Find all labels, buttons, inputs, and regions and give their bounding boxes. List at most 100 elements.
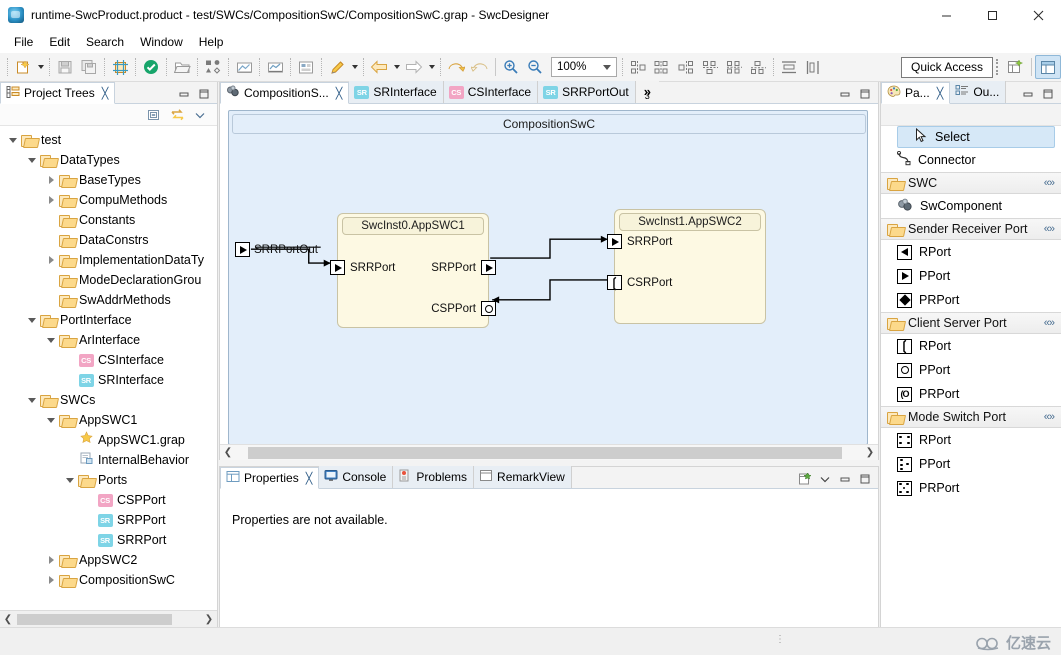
palette-item-client-server-port-prport[interactable]: (OPRPort xyxy=(881,382,1061,406)
align-top-icon[interactable] xyxy=(698,55,722,79)
view-menu-icon[interactable] xyxy=(816,470,834,488)
tree-item[interactable]: AppSWC1 xyxy=(0,410,217,430)
tree-item[interactable]: CSCSInterface xyxy=(0,350,217,370)
bottom-tab-remarkview[interactable]: RemarkView xyxy=(474,466,572,488)
collapse-all-icon[interactable] xyxy=(145,106,163,124)
port-swcinst0-srrport[interactable]: SRRPort xyxy=(330,260,395,275)
port-swcinst1-srrport[interactable]: SRRPort xyxy=(607,234,672,249)
hscroll-track[interactable] xyxy=(16,613,201,626)
save-icon[interactable] xyxy=(53,55,77,79)
scroll-left-icon[interactable]: ❮ xyxy=(220,445,236,460)
editor-tab-csinterface[interactable]: CSCSInterface xyxy=(444,81,538,103)
project-tree-hscrollbar[interactable]: ❮ ❯ xyxy=(0,610,217,627)
toolbar-drag-handle[interactable] xyxy=(993,56,1002,78)
match-width-icon[interactable] xyxy=(801,55,825,79)
minimize-button[interactable] xyxy=(923,0,969,31)
editor-tab-srrportout[interactable]: SRSRRPortOut xyxy=(538,81,636,103)
palette-group-sender-receiver-port[interactable]: Sender Receiver Port«» xyxy=(881,218,1061,240)
external-port-srrportout[interactable]: SRRPortOut xyxy=(235,242,318,257)
tree-item[interactable]: BaseTypes xyxy=(0,170,217,190)
chevron-down-icon[interactable] xyxy=(25,390,39,410)
forward-icon[interactable] xyxy=(402,55,426,79)
close-icon[interactable]: ╳ xyxy=(102,87,109,100)
chevron-down-icon[interactable] xyxy=(63,470,77,490)
close-icon[interactable]: ╳ xyxy=(336,87,343,100)
minimize-icon[interactable] xyxy=(175,85,193,103)
palette-item-sender-receiver-port-prport[interactable]: PRPort xyxy=(881,288,1061,312)
tree-item[interactable]: Ports xyxy=(0,470,217,490)
pencil-dropdown-icon[interactable] xyxy=(349,55,360,79)
diagram-canvas[interactable]: CompositionSwC xyxy=(220,104,878,444)
chevron-down-icon[interactable] xyxy=(6,130,20,150)
close-icon[interactable]: ╳ xyxy=(937,87,944,100)
menu-help[interactable]: Help xyxy=(191,33,232,51)
redo-icon[interactable] xyxy=(468,55,492,79)
pin-group-icon[interactable]: «» xyxy=(1044,223,1054,235)
save-all-icon[interactable] xyxy=(77,55,101,79)
view-menu-icon[interactable] xyxy=(191,106,209,124)
menu-search[interactable]: Search xyxy=(78,33,132,51)
maximize-icon[interactable] xyxy=(1039,85,1057,103)
zoom-level-combobox[interactable]: 100% xyxy=(551,57,617,77)
palette-tool-select[interactable]: Select xyxy=(897,126,1055,148)
palette-item-mode-switch-port-rport[interactable]: RPort xyxy=(881,428,1061,452)
swc-instance-1[interactable]: SwcInst1.AppSWC2 SRRPort ❲ CSRPort xyxy=(614,209,766,324)
link-with-editor-icon[interactable] xyxy=(168,106,186,124)
menu-edit[interactable]: Edit xyxy=(41,33,78,51)
minimize-icon[interactable] xyxy=(1019,85,1037,103)
close-icon[interactable]: ╳ xyxy=(306,472,313,485)
project-tree[interactable]: testDataTypesBaseTypesCompuMethodsConsta… xyxy=(0,126,217,610)
pencil-icon[interactable] xyxy=(325,55,349,79)
tree-item[interactable]: CompuMethods xyxy=(0,190,217,210)
menu-file[interactable]: File xyxy=(6,33,41,51)
palette-tool-connector[interactable]: Connector xyxy=(881,148,1061,172)
palette-item-sender-receiver-port-rport[interactable]: RPort xyxy=(881,240,1061,264)
align-middle-icon[interactable] xyxy=(722,55,746,79)
palette-item-client-server-port-rport[interactable]: ❲RPort xyxy=(881,334,1061,358)
tree-item[interactable]: DataConstrs xyxy=(0,230,217,250)
tab-project-trees[interactable]: Project Trees ╳ xyxy=(0,82,115,104)
tree-item[interactable]: SRSRPPort xyxy=(0,510,217,530)
tab-palette[interactable]: Pa... ╳ xyxy=(881,82,950,104)
chevron-right-icon[interactable] xyxy=(44,170,58,190)
chevron-down-icon[interactable] xyxy=(44,410,58,430)
pin-group-icon[interactable]: «» xyxy=(1044,411,1054,423)
minimize-icon[interactable] xyxy=(836,85,854,103)
palette-group-mode-switch-port[interactable]: Mode Switch Port«» xyxy=(881,406,1061,428)
undo-icon[interactable] xyxy=(444,55,468,79)
minimize-icon[interactable] xyxy=(836,470,854,488)
bottom-tab-properties[interactable]: Properties╳ xyxy=(220,467,319,489)
tree-item[interactable]: InternalBehavior xyxy=(0,450,217,470)
maximize-icon[interactable] xyxy=(856,85,874,103)
chevron-right-icon[interactable] xyxy=(44,570,58,590)
tree-item[interactable]: SRSRInterface xyxy=(0,370,217,390)
tree-item[interactable]: ModeDeclarationGrou xyxy=(0,270,217,290)
tree-item[interactable]: AppSWC1.grap xyxy=(0,430,217,450)
chevron-down-icon[interactable] xyxy=(25,150,39,170)
scroll-right-icon[interactable]: ❯ xyxy=(862,445,878,460)
align-left-icon[interactable] xyxy=(626,55,650,79)
tree-item[interactable]: DataTypes xyxy=(0,150,217,170)
tree-item[interactable]: SWCs xyxy=(0,390,217,410)
pin-icon[interactable] xyxy=(796,470,814,488)
hscroll-thumb[interactable] xyxy=(17,614,172,625)
palette-group-swc[interactable]: SWC«» xyxy=(881,172,1061,194)
close-button[interactable] xyxy=(1015,0,1061,31)
chevron-down-icon[interactable] xyxy=(25,310,39,330)
align-right-icon[interactable] xyxy=(674,55,698,79)
menu-window[interactable]: Window xyxy=(132,33,191,51)
palette-item-client-server-port-pport[interactable]: PPort xyxy=(881,358,1061,382)
editor-tabs-overflow[interactable]: »3 xyxy=(636,81,659,103)
tab-outline[interactable]: Ou... xyxy=(950,81,1006,103)
palette-item-mode-switch-port-pport[interactable]: PPort xyxy=(881,452,1061,476)
zoom-out-icon[interactable] xyxy=(523,55,547,79)
status-drag-handle[interactable]: ⋮ xyxy=(775,634,785,645)
distribute-icon[interactable] xyxy=(777,55,801,79)
new-wizard-dropdown-icon[interactable] xyxy=(35,55,46,79)
snap-icon[interactable] xyxy=(263,55,287,79)
tree-item[interactable]: SRSRRPort xyxy=(0,530,217,550)
bottom-tab-console[interactable]: Console xyxy=(319,466,393,488)
new-perspective-icon[interactable] xyxy=(1002,55,1028,79)
port-swcinst0-cspport[interactable]: CSPPort xyxy=(431,301,496,316)
ruler-icon[interactable] xyxy=(232,55,256,79)
